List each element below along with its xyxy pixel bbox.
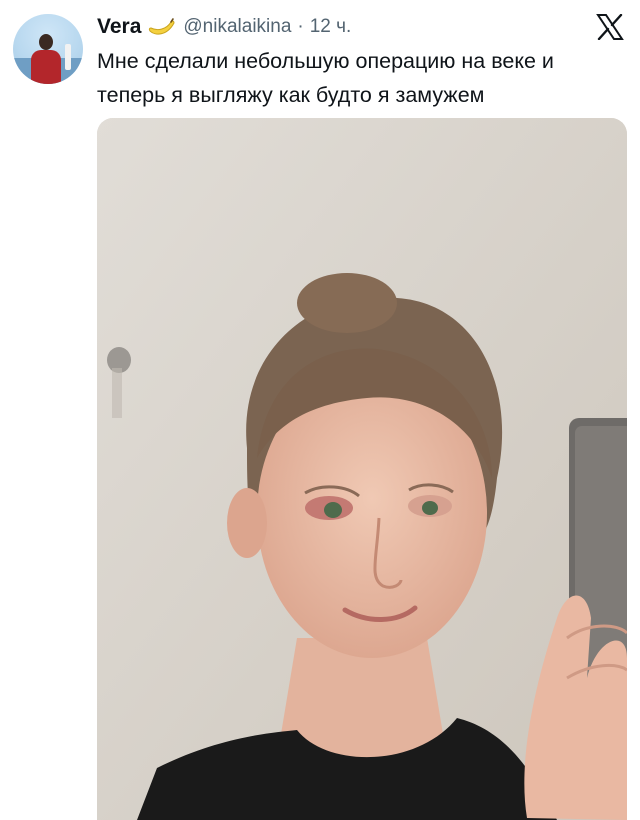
tweet-text-line-2: теперь я выгляжу как будто я замужем — [97, 83, 485, 107]
tweet-header: Vera @nikalaikina · 12 ч. — [97, 12, 351, 42]
post-time[interactable]: 12 ч. — [310, 16, 352, 38]
banana-badge-icon — [147, 17, 177, 37]
tweet-card[interactable]: Vera @nikalaikina · 12 ч. Мне сделали не… — [0, 0, 640, 820]
tweet-text-line-1: Мне сделали небольшую операцию на веке и — [97, 49, 554, 73]
mirror-selfie-photo — [97, 118, 627, 820]
avatar-person-body — [31, 50, 61, 84]
separator-dot: · — [297, 16, 304, 37]
avatar-lighthouse — [65, 44, 71, 70]
avatar-person-head — [39, 34, 53, 50]
author-name[interactable]: Vera — [97, 15, 141, 39]
tweet-text: Мне сделали небольшую операцию на веке и… — [97, 44, 627, 112]
avatar[interactable] — [13, 14, 83, 84]
x-logo-icon[interactable] — [596, 13, 624, 41]
tweet-media-photo[interactable] — [97, 118, 627, 820]
author-handle[interactable]: @nikalaikina — [183, 16, 291, 38]
